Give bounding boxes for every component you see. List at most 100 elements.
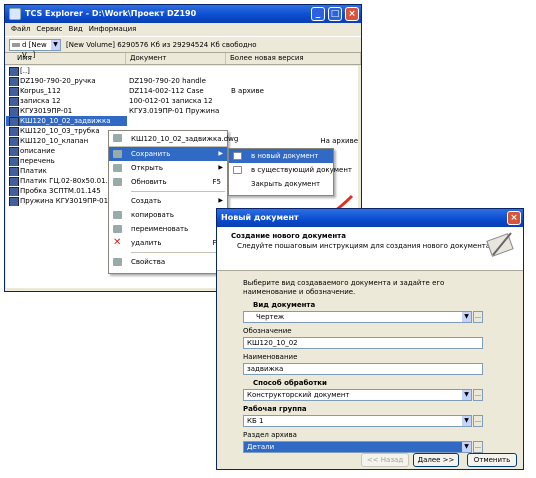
list-item[interactable]: записка 12 100-012-01 записка 12 xyxy=(6,96,358,106)
drive-select[interactable]: d [New V...] ▼ xyxy=(9,38,61,59)
properties-icon xyxy=(113,258,122,266)
archive-select[interactable]: Детали ▼ xyxy=(243,441,472,453)
file-name: КШ120_10_02_задвижка xyxy=(6,116,127,126)
chevron-right-icon: ▶ xyxy=(218,164,223,171)
menu-item-label: Создать xyxy=(131,197,162,205)
menu-item-rename[interactable]: переименовать xyxy=(109,222,227,236)
menu-item-delete[interactable]: ✕удалитьF8 xyxy=(109,236,227,250)
dialog-header: Создание нового документа Следуйте пошаг… xyxy=(217,227,523,271)
designation-field[interactable]: КШ120_10_02 xyxy=(243,337,483,349)
processing-browse-button[interactable]: … xyxy=(473,389,483,401)
name-label: Наименование xyxy=(243,353,298,361)
menu-separator xyxy=(131,252,225,253)
explorer-titlebar[interactable]: TCS Explorer - D:\Work\Проект DZ190 _ □ … xyxy=(5,5,361,23)
file-newer xyxy=(227,116,231,126)
file-document xyxy=(127,66,227,76)
file-name: записка 12 xyxy=(6,96,127,106)
doc-type-label: Вид документа xyxy=(253,301,316,309)
menu-file[interactable]: Файл xyxy=(11,23,30,36)
doc-type-value: Чертеж xyxy=(256,313,285,321)
menu-view[interactable]: Вид xyxy=(69,23,83,36)
list-item[interactable]: Korpus_112 DZ114-002-112 Case В архиве xyxy=(6,86,358,96)
cancel-button[interactable]: Отменить xyxy=(467,453,517,467)
submenu-close-document[interactable]: Закрыть документ xyxy=(229,177,333,191)
submenu-label: Закрыть документ xyxy=(251,180,321,188)
save-icon xyxy=(113,150,122,158)
file-newer xyxy=(227,66,231,76)
delete-icon: ✕ xyxy=(113,237,122,248)
menu-item-copy[interactable]: копировать xyxy=(109,208,227,222)
next-button[interactable]: Далее >> xyxy=(413,453,459,467)
archive-value: Детали xyxy=(247,443,275,451)
refresh-icon xyxy=(113,178,122,186)
maximize-button[interactable]: □ xyxy=(328,7,342,21)
list-item[interactable]: КГУ3019ПР-01 КГУ3.019ПР-01 Пружина xyxy=(6,106,358,116)
column-document[interactable]: Документ xyxy=(126,53,226,64)
chevron-down-icon: ▼ xyxy=(462,312,471,322)
column-header: Имя Документ Более новая версия xyxy=(5,53,361,65)
dialog-titlebar[interactable]: Новый документ × xyxy=(217,209,523,227)
group-browse-button[interactable]: … xyxy=(473,415,483,427)
explorer-title: TCS Explorer - D:\Work\Проект DZ190 xyxy=(25,9,197,18)
processing-value: Конструкторский документ xyxy=(247,391,350,399)
menu-bar: Файл Сервис Вид Информация xyxy=(5,23,361,36)
back-button[interactable]: << Назад xyxy=(361,453,409,467)
file-document: DZ114-002-112 Case xyxy=(129,87,204,95)
menu-item-save[interactable]: Сохранить ▶ xyxy=(109,147,227,161)
file-document: КГУ3.019ПР-01 Пружина xyxy=(129,107,220,115)
dialog-intro: Выберите вид создаваемого документа и за… xyxy=(243,279,445,296)
group-label: Рабочая группа xyxy=(243,405,307,413)
menu-item-label: копировать xyxy=(131,211,174,219)
file-name: [..] xyxy=(6,66,127,76)
file-name: КГУ3019ПР-01 xyxy=(6,106,127,116)
file-newer xyxy=(227,96,231,106)
file-document xyxy=(127,116,227,126)
dialog-close-button[interactable]: × xyxy=(507,211,521,225)
menu-item-refresh[interactable]: Обновить F5 xyxy=(109,175,227,189)
designation-label: Обозначение xyxy=(243,327,292,335)
rename-icon xyxy=(113,225,122,233)
menu-info[interactable]: Информация xyxy=(89,23,137,36)
name-field[interactable]: задвижка xyxy=(243,363,483,375)
list-item-selected[interactable]: КШ120_10_02_задвижка xyxy=(6,116,358,126)
menu-item-label: переименовать xyxy=(131,225,189,233)
save-submenu: в новый документ в существующий документ… xyxy=(228,148,352,196)
file-name: DZ190-790-20_ручка xyxy=(6,76,127,86)
volume-info: [New Volume] 6290576 Кб из 29294524 Кб с… xyxy=(66,40,257,49)
close-button[interactable]: × xyxy=(345,7,359,21)
file-name: Korpus_112 xyxy=(6,86,127,96)
file-newer xyxy=(227,106,231,116)
menu-item-label: Обновить xyxy=(131,178,167,186)
processing-label: Способ обработки xyxy=(253,379,327,387)
column-newer-version[interactable]: Более новая версия xyxy=(226,53,361,64)
copy-icon xyxy=(113,211,122,219)
submenu-new-document[interactable]: в новый документ xyxy=(229,149,333,163)
menu-item-label: удалить xyxy=(131,239,162,247)
menu-item-label: Сохранить xyxy=(131,150,171,158)
menu-item-open[interactable]: Открыть ▶ xyxy=(109,161,227,175)
group-select[interactable]: КБ 1 ▼ xyxy=(243,415,472,427)
toolbar: d [New V...] ▼ [New Volume] 6290576 Кб из… xyxy=(5,36,361,59)
file-document: 100-012-01 записка 12 xyxy=(129,97,213,105)
doc-type-select[interactable]: Чертеж ▼ xyxy=(243,311,472,323)
list-item[interactable]: DZ190-790-20_ручка DZ190-790-20 handle xyxy=(6,76,358,86)
menu-item-label: Свойства xyxy=(131,258,166,266)
list-item[interactable]: [..] xyxy=(6,66,358,76)
menu-service[interactable]: Сервис xyxy=(36,23,62,36)
chevron-down-icon: ▼ xyxy=(462,390,471,400)
file-newer xyxy=(227,76,231,86)
dialog-header-title: Создание нового документа xyxy=(231,232,346,240)
menu-item-create[interactable]: Создать ▶ xyxy=(109,194,227,208)
dialog-title: Новый документ xyxy=(221,213,299,222)
menu-separator xyxy=(131,191,225,192)
minimize-button[interactable]: _ xyxy=(311,7,325,21)
menu-item-properties[interactable]: Свойства xyxy=(109,255,227,269)
doc-type-browse-button[interactable]: … xyxy=(473,311,483,323)
file-newer: В архиве xyxy=(231,87,264,95)
processing-select[interactable]: Конструкторский документ ▼ xyxy=(243,389,472,401)
context-header-label: КШ120_10_02_задвижка.dwg xyxy=(131,135,239,143)
app-icon xyxy=(9,8,21,20)
archive-browse-button[interactable]: … xyxy=(473,441,483,453)
submenu-existing-document[interactable]: в существующий документ xyxy=(229,163,352,177)
submenu-label: в новый документ xyxy=(251,152,319,160)
